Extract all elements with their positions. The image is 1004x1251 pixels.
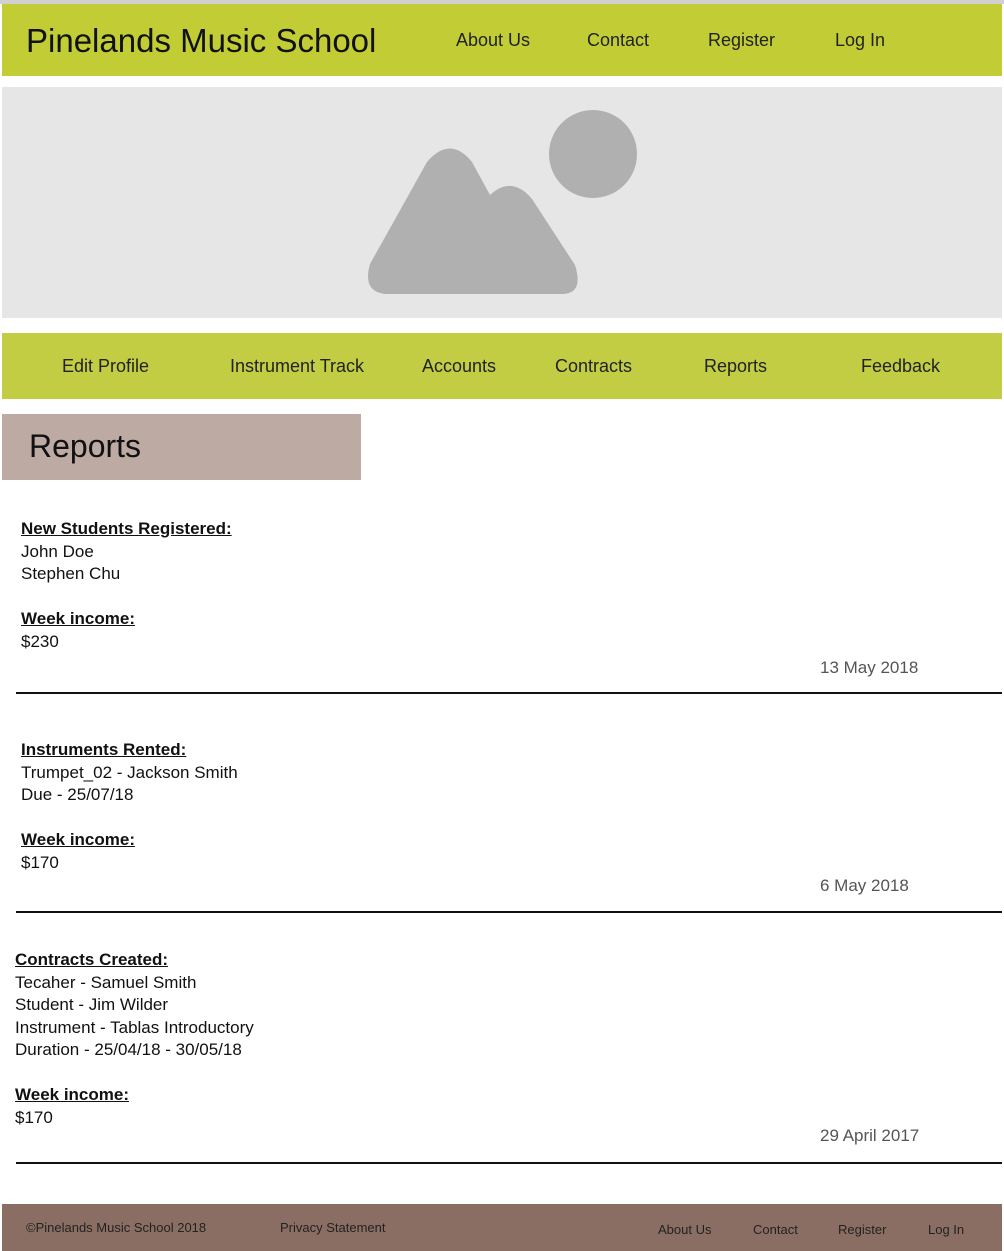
report-line: Trumpet_02 - Jackson Smith <box>21 762 238 782</box>
footer-nav-log-in[interactable]: Log In <box>928 1222 964 1237</box>
tab-contracts[interactable]: Contracts <box>555 356 632 377</box>
page-heading-box: Reports <box>2 414 361 480</box>
hero-banner <box>2 87 1002 318</box>
report-divider <box>16 692 1002 694</box>
week-income-label: Week income: <box>15 1085 130 1104</box>
report-new-students: New Students Registered: John Doe Stephe… <box>21 518 232 653</box>
week-income-label: Week income: <box>21 830 136 849</box>
report-line: Due - 25/07/18 <box>21 785 134 804</box>
report-label: New Students Registered: <box>21 519 232 538</box>
report-line: Instrument - Tablas Introductory <box>15 1017 254 1037</box>
site-title[interactable]: Pinelands Music School <box>26 22 376 60</box>
site-header: Pinelands Music School About Us Contact … <box>2 4 1002 76</box>
report-line: Stephen Chu <box>21 564 121 583</box>
nav-register[interactable]: Register <box>708 30 775 51</box>
report-contracts-created: Contracts Created: Tecaher - Samuel Smit… <box>15 949 254 1129</box>
report-line: John Doe <box>21 541 94 561</box>
footer-nav-register[interactable]: Register <box>838 1222 886 1237</box>
site-footer: ©Pinelands Music School 2018 Privacy Sta… <box>2 1204 1002 1251</box>
tab-accounts[interactable]: Accounts <box>422 356 496 377</box>
footer-nav-contact[interactable]: Contact <box>753 1222 798 1237</box>
page-title: Reports <box>29 428 142 464</box>
week-income-label: Week income: <box>21 609 136 628</box>
week-income-value: $230 <box>21 631 59 651</box>
report-label: Instruments Rented: <box>21 740 187 759</box>
week-income-value: $170 <box>21 852 59 872</box>
report-divider <box>16 1162 1002 1164</box>
page: Pinelands Music School About Us Contact … <box>0 0 1004 1251</box>
report-instruments-rented: Instruments Rented: Trumpet_02 - Jackson… <box>21 739 238 874</box>
report-line: Student - Jim Wilder <box>15 995 169 1014</box>
tab-instrument-track[interactable]: Instrument Track <box>230 356 364 377</box>
nav-about-us[interactable]: About Us <box>456 30 530 51</box>
copyright-text: ©Pinelands Music School 2018 <box>26 1220 207 1235</box>
image-placeholder-icon <box>368 110 637 294</box>
tab-feedback[interactable]: Feedback <box>861 356 940 377</box>
report-label: Contracts Created: <box>15 950 169 969</box>
report-date: 13 May 2018 <box>820 658 919 677</box>
tab-edit-profile[interactable]: Edit Profile <box>62 356 149 377</box>
privacy-statement-link[interactable]: Privacy Statement <box>280 1220 386 1235</box>
report-date: 6 May 2018 <box>820 876 909 895</box>
report-date: 29 April 2017 <box>820 1126 920 1145</box>
report-divider <box>16 911 1002 913</box>
nav-contact[interactable]: Contact <box>587 30 649 51</box>
footer-nav-about-us[interactable]: About Us <box>658 1222 711 1237</box>
report-line: Tecaher - Samuel Smith <box>15 972 197 992</box>
report-line: Duration - 25/04/18 - 30/05/18 <box>15 1040 242 1059</box>
nav-log-in[interactable]: Log In <box>835 30 885 51</box>
tab-reports[interactable]: Reports <box>704 356 767 377</box>
dashboard-nav: Edit Profile Instrument Track Accounts C… <box>2 333 1002 399</box>
week-income-value: $170 <box>15 1107 53 1127</box>
